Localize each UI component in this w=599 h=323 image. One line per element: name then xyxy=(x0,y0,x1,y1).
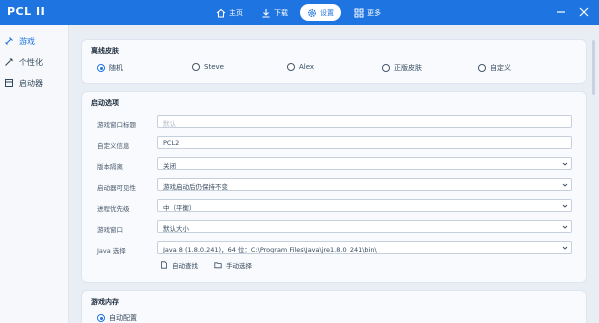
app-title: PCL II xyxy=(7,5,46,18)
grid-icon xyxy=(354,8,364,17)
radio-label: 自动配置 xyxy=(109,314,137,322)
radio-label: 自定义 xyxy=(490,64,511,72)
java-select[interactable]: Java 8 (1.8.0.241)，64 位：C:\Program Files… xyxy=(157,241,572,254)
minimize-icon[interactable] xyxy=(554,5,568,19)
game-icon xyxy=(5,37,13,45)
radio-label: 随机 xyxy=(109,64,123,72)
select-value: 中（平衡） xyxy=(163,204,196,212)
launcher-visibility-select[interactable]: 游戏启动后仍保持不变 xyxy=(157,178,572,191)
manual-select-button[interactable]: 手动选择 xyxy=(214,260,252,270)
sidebar-item-label: 个性化 xyxy=(19,57,43,67)
window-title-input[interactable]: 默认 xyxy=(157,115,572,128)
sidebar: 游戏 个性化 启动器 xyxy=(0,25,69,323)
select-value: 关闭 xyxy=(163,162,176,170)
offline-skin-card: 离线皮肤 随机 Steve Alex 正版皮肤 自定义 xyxy=(82,40,586,83)
nav-download-label: 下载 xyxy=(274,8,288,17)
sidebar-item-label: 启动器 xyxy=(19,78,43,88)
auto-find-label: 自动查找 xyxy=(172,262,198,270)
radio-auto-config[interactable]: 自动配置 xyxy=(97,313,137,323)
radio-label: Alex xyxy=(299,63,315,71)
sidebar-item-label: 游戏 xyxy=(19,36,35,46)
select-value: 默认大小 xyxy=(163,225,189,233)
select-value: Java 8 (1.8.0.241)，64 位：C:\Program Files… xyxy=(163,246,377,254)
settings-gear-icon xyxy=(308,8,316,17)
nav-home-label: 主页 xyxy=(229,8,243,17)
game-memory-card: 游戏内存 自动配置 xyxy=(82,291,586,323)
nav-settings[interactable]: 设置 xyxy=(300,4,341,21)
game-memory-title: 游戏内存 xyxy=(91,298,119,306)
nav-download[interactable]: 下载 xyxy=(254,4,295,21)
radio-random[interactable]: 随机 xyxy=(97,63,123,73)
radio-official-skin[interactable]: 正版皮肤 xyxy=(382,63,422,73)
custom-info-input[interactable]: PCL2 xyxy=(157,136,572,149)
manual-select-label: 手动选择 xyxy=(226,262,252,270)
radio-label: 正版皮肤 xyxy=(394,64,422,72)
nav-more-label: 更多 xyxy=(367,8,381,17)
radio-alex[interactable]: Alex xyxy=(287,63,314,71)
radio-steve[interactable]: Steve xyxy=(192,63,224,71)
title-bar: PCL II 主页 下载 设置 更多 xyxy=(0,0,599,25)
radio-custom[interactable]: 自定义 xyxy=(478,63,511,73)
file-icon xyxy=(161,261,167,269)
download-icon xyxy=(262,8,270,18)
close-icon[interactable] xyxy=(577,5,591,19)
auto-find-button[interactable]: 自动查找 xyxy=(160,260,198,270)
personalize-icon xyxy=(5,58,13,66)
sidebar-item-personalize[interactable]: 个性化 xyxy=(4,54,43,70)
radio-dot[interactable] xyxy=(97,64,105,72)
chevron-down-icon xyxy=(562,204,568,208)
chevron-down-icon xyxy=(562,225,568,229)
version-isolation-select[interactable]: 关闭 xyxy=(157,157,572,170)
content-scrollbar[interactable] xyxy=(592,40,595,95)
launch-options-title: 启动选项 xyxy=(91,99,119,107)
launcher-icon xyxy=(5,79,13,87)
sidebar-item-launcher[interactable]: 启动器 xyxy=(4,75,43,91)
radio-dot[interactable] xyxy=(382,64,390,72)
process-priority-select[interactable]: 中（平衡） xyxy=(157,199,572,212)
radio-dot[interactable] xyxy=(287,63,295,71)
radio-dot[interactable] xyxy=(97,314,105,322)
radio-dot[interactable] xyxy=(478,64,486,72)
select-value: 游戏启动后仍保持不变 xyxy=(163,183,228,191)
nav-settings-label: 设置 xyxy=(320,8,334,17)
chevron-down-icon xyxy=(562,183,568,187)
game-window-select[interactable]: 默认大小 xyxy=(157,220,572,233)
nav-more[interactable]: 更多 xyxy=(347,4,388,21)
sidebar-item-game[interactable]: 游戏 xyxy=(4,33,35,49)
folder-icon xyxy=(214,262,222,269)
radio-dot[interactable] xyxy=(192,63,200,71)
radio-label: Steve xyxy=(204,63,224,71)
sidebar-divider xyxy=(68,25,69,323)
home-icon xyxy=(216,8,226,18)
chevron-down-icon xyxy=(562,162,568,166)
offline-skin-title: 离线皮肤 xyxy=(91,47,119,55)
nav-home[interactable]: 主页 xyxy=(209,4,250,21)
launch-options-card: 启动选项 游戏窗口标题 默认 自定义信息 PCL2 版本隔离 关闭 启动器可见性… xyxy=(82,92,586,282)
chevron-down-icon xyxy=(562,246,568,250)
